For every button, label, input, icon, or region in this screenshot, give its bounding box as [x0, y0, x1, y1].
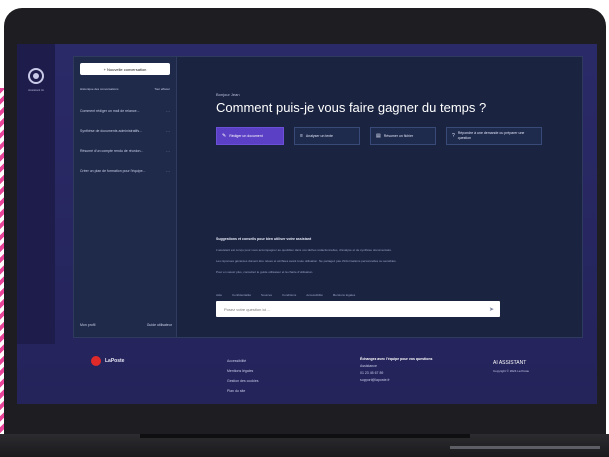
- footer-link[interactable]: Accessibilité: [227, 356, 307, 366]
- conversation-item[interactable]: Créer un plan de formation pour l'équipe…: [80, 161, 170, 181]
- analyze-text-button[interactable]: ≡ Analyser un texte: [294, 127, 360, 145]
- history-label: Historique des conversations: [80, 87, 119, 91]
- brand-logo[interactable]: LaPoste: [91, 356, 124, 366]
- footer-link[interactable]: Mentions légales: [227, 366, 307, 376]
- text-icon: ≡: [300, 133, 303, 139]
- action-label: Répondre à une demande ou préparer une q…: [457, 131, 525, 140]
- answer-request-button[interactable]: ? Répondre à une demande ou préparer une…: [446, 127, 542, 145]
- chip-link[interactable]: Conditions: [282, 293, 296, 297]
- footer-link[interactable]: Gestion des cookies: [227, 376, 307, 386]
- summarize-file-button[interactable]: ▤ Résumer un fichier: [370, 127, 436, 145]
- question-icon: ?: [452, 133, 455, 139]
- action-label: Résumer un fichier: [383, 134, 414, 138]
- more-icon[interactable]: ⋯: [166, 169, 170, 174]
- conversation-sidebar: + Nouvelle conversation Historique des c…: [74, 57, 177, 337]
- new-conversation-button[interactable]: + Nouvelle conversation: [80, 63, 170, 75]
- conversation-title: Créer un plan de formation pour l'équipe…: [80, 169, 146, 173]
- footer-links: Accessibilité Mentions légales Gestion d…: [227, 356, 307, 396]
- copyright: Copyright © 2024 La Poste: [493, 369, 530, 373]
- prompt-input[interactable]: [222, 305, 476, 313]
- sidebar-footer: Mon profil Guide utilisateur: [80, 323, 172, 327]
- more-icon[interactable]: ⋯: [166, 149, 170, 154]
- chip-link[interactable]: Sources: [261, 293, 272, 297]
- footer-chips: Aide Confidentialité Sources Conditions …: [216, 293, 355, 297]
- file-icon: ▤: [376, 133, 381, 139]
- laptop-hinge: [140, 434, 470, 438]
- conversation-title: Synthèse de documents administratifs...: [80, 129, 143, 133]
- more-icon[interactable]: ⋯: [166, 109, 170, 114]
- chip-link[interactable]: Accessibilité: [306, 293, 323, 297]
- logo-icon: [91, 356, 101, 366]
- logo-text: LaPoste: [105, 358, 125, 364]
- conversation-title: Résumé d'un compte rendu de réunion...: [80, 149, 144, 153]
- left-rail: Assistant IA: [17, 44, 55, 344]
- usage-notice: Suggestions et conseils pour bien utilis…: [216, 237, 566, 278]
- contact-line: Assistance: [360, 364, 377, 368]
- notice-line: Les réponses générées doivent être relue…: [216, 259, 397, 263]
- pen-icon: ✎: [222, 133, 227, 139]
- conversation-title: Comment rédiger un mail de relance...: [80, 109, 140, 113]
- conversation-item[interactable]: Résumé d'un compte rendu de réunion... ⋯: [80, 141, 170, 161]
- action-label: Rédiger un document: [229, 134, 263, 138]
- sidebar-header: Historique des conversations Tout efface…: [80, 87, 170, 93]
- quick-actions: ✎ Rédiger un document ≡ Analyser un text…: [216, 127, 542, 145]
- footer-brand: AI ASSISTANT Copyright © 2024 La Poste: [493, 360, 583, 373]
- profile-link[interactable]: Mon profil: [80, 323, 95, 327]
- write-document-button[interactable]: ✎ Rédiger un document: [216, 127, 284, 145]
- prompt-bar: ➤: [216, 301, 500, 317]
- chip-link[interactable]: Confidentialité: [232, 293, 251, 297]
- guide-link[interactable]: Guide utilisateur: [147, 323, 172, 327]
- page-title: Comment puis-je vous faire gagner du tem…: [216, 100, 487, 115]
- conversation-item[interactable]: Synthèse de documents administratifs... …: [80, 121, 170, 141]
- rail-label: Assistant IA: [28, 88, 44, 92]
- app-panel: + Nouvelle conversation Historique des c…: [73, 56, 583, 338]
- more-icon[interactable]: ⋯: [166, 129, 170, 134]
- clear-history-link[interactable]: Tout effacer: [154, 87, 170, 93]
- send-icon[interactable]: ➤: [489, 306, 494, 313]
- greeting: Bonjour Jean: [216, 92, 240, 97]
- main-area: Bonjour Jean Comment puis-je vous faire …: [186, 57, 576, 337]
- notice-line: Pour en savoir plus, consultez le guide …: [216, 270, 314, 274]
- conversation-item[interactable]: Comment rédiger un mail de relance... ⋯: [80, 101, 170, 121]
- footer-contact: Échangez avec l'équipe pour vos question…: [360, 356, 480, 384]
- action-label: Analyser un texte: [305, 134, 333, 138]
- chip-link[interactable]: Aide: [216, 293, 222, 297]
- contact-title: Échangez avec l'équipe pour vos question…: [360, 357, 433, 361]
- notice-line: L'assistant est conçu pour vous accompag…: [216, 248, 392, 252]
- site-footer: LaPoste Accessibilité Mentions légales G…: [17, 344, 597, 404]
- laptop-shine: [450, 446, 600, 449]
- brand-title: AI ASSISTANT: [493, 360, 527, 366]
- assistant-icon[interactable]: [28, 68, 44, 84]
- notice-title: Suggestions et conseils pour bien utilis…: [216, 237, 312, 241]
- laptop-screen: Assistant IA + Nouvelle conversation His…: [17, 44, 597, 404]
- footer-link[interactable]: Plan du site: [227, 386, 307, 396]
- contact-line[interactable]: 01 23 45 67 89: [360, 370, 480, 377]
- conversation-list: Comment rédiger un mail de relance... ⋯ …: [80, 101, 170, 181]
- chip-link[interactable]: Mentions légales: [333, 293, 356, 297]
- contact-line[interactable]: support@laposte.fr: [360, 377, 480, 384]
